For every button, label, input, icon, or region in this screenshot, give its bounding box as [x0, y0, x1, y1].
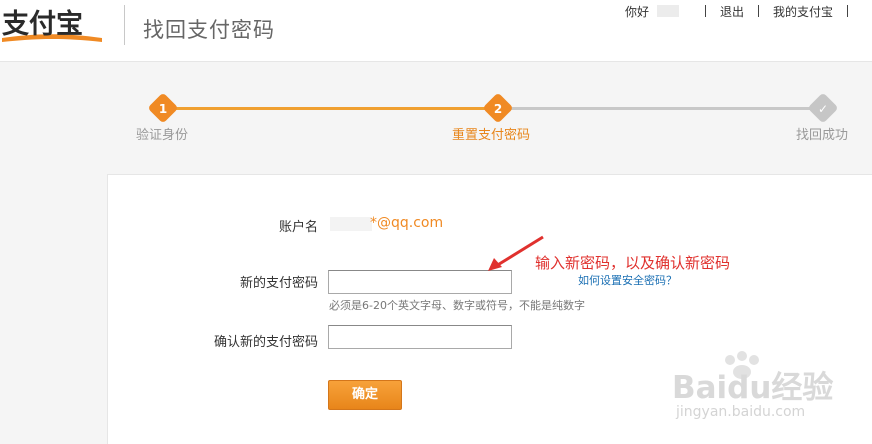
step-2-number: 2: [493, 102, 503, 116]
username-blurred: [656, 5, 679, 17]
annotation-text: 输入新密码，以及确认新密码: [535, 254, 731, 272]
step-1-number: 1: [158, 102, 168, 116]
step-connector-pending: [508, 107, 814, 110]
progress-steps: 1 验证身份 2 重置支付密码 ✓ 找回成功: [0, 90, 872, 150]
nav-divider: [847, 5, 848, 17]
greeting-text: 你好: [624, 4, 649, 19]
confirm-password-label: 确认新的支付密码: [213, 335, 318, 350]
watermark-url: jingyan.baidu.com: [676, 404, 806, 420]
account-value: *@qq.com: [370, 215, 444, 231]
checkmark-icon: ✓: [817, 102, 829, 116]
alipay-logo[interactable]: 支付宝: [0, 4, 104, 44]
nav-divider: [757, 5, 759, 17]
new-password-label: 新的支付密码: [239, 276, 318, 291]
logo-text: 支付宝: [2, 8, 83, 40]
account-blurred: [330, 217, 372, 231]
step-2-label: 重置支付密码: [452, 128, 531, 143]
nav-divider: [704, 5, 706, 17]
logo-divider: [124, 5, 125, 45]
password-hint: 必须是6-20个英文字母、数字或符号，不能是纯数字: [329, 299, 585, 312]
password-help-link[interactable]: 如何设置安全密码？: [578, 272, 677, 288]
step-3-label: 找回成功: [796, 128, 849, 143]
account-label: 账户名: [278, 220, 318, 235]
confirm-button[interactable]: 确定: [328, 380, 402, 410]
page-header: 支付宝 找回支付密码 你好 退出 我的支付宝: [0, 0, 872, 62]
confirm-password-input[interactable]: [328, 325, 512, 349]
my-alipay-link[interactable]: 我的支付宝: [773, 3, 833, 20]
watermark-brand: Baidu经验: [672, 370, 834, 406]
logout-link[interactable]: 退出: [720, 3, 744, 20]
page-title: 找回支付密码: [143, 18, 275, 42]
top-nav: 你好 退出 我的支付宝: [625, 3, 862, 19]
step-connector-complete: [172, 107, 488, 110]
step-1-label: 验证身份: [136, 128, 189, 143]
